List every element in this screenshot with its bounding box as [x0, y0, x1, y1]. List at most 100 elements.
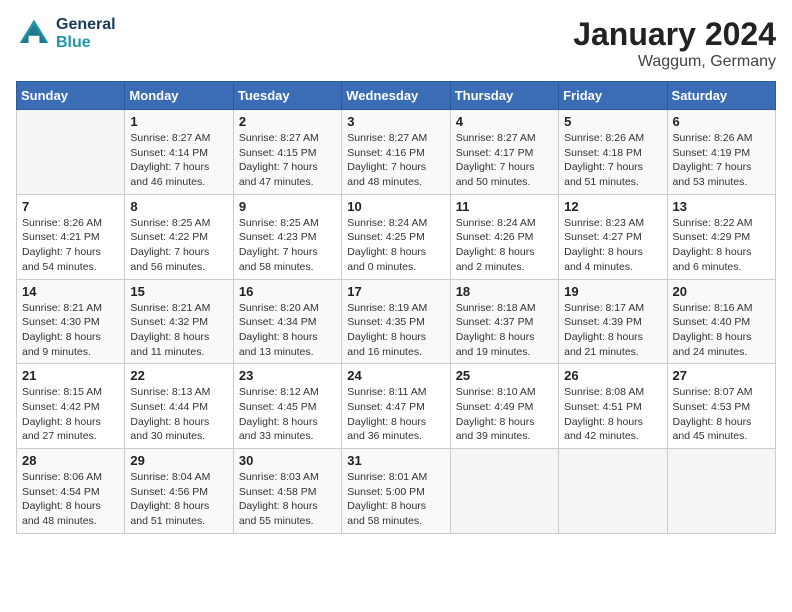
day-info: Sunrise: 8:10 AM Sunset: 4:49 PM Dayligh…: [456, 385, 553, 444]
day-number: 22: [130, 368, 227, 383]
weekday-header: Tuesday: [233, 82, 341, 110]
weekday-header: Saturday: [667, 82, 775, 110]
calendar-cell: 23 Sunrise: 8:12 AM Sunset: 4:45 PM Dayli…: [233, 364, 341, 449]
calendar-week-row: 1 Sunrise: 8:27 AM Sunset: 4:14 PM Daylig…: [17, 110, 776, 195]
calendar-cell: 6 Sunrise: 8:26 AM Sunset: 4:19 PM Daylig…: [667, 110, 775, 195]
day-number: 27: [673, 368, 770, 383]
day-info: Sunrise: 8:26 AM Sunset: 4:21 PM Dayligh…: [22, 216, 119, 275]
day-info: Sunrise: 8:12 AM Sunset: 4:45 PM Dayligh…: [239, 385, 336, 444]
weekday-header: Friday: [559, 82, 667, 110]
day-info: Sunrise: 8:27 AM Sunset: 4:15 PM Dayligh…: [239, 131, 336, 190]
weekday-header: Thursday: [450, 82, 558, 110]
calendar-cell: [450, 449, 558, 534]
calendar-cell: 25 Sunrise: 8:10 AM Sunset: 4:49 PM Dayli…: [450, 364, 558, 449]
weekday-header: Sunday: [17, 82, 125, 110]
calendar-cell: 28Sunrise: 8:06 AM Sunset: 4:54 PM Dayli…: [17, 449, 125, 534]
day-info: Sunrise: 8:03 AM Sunset: 4:58 PM Dayligh…: [239, 470, 336, 529]
calendar-cell: 29 Sunrise: 8:04 AM Sunset: 4:56 PM Dayli…: [125, 449, 233, 534]
day-info: Sunrise: 8:27 AM Sunset: 4:14 PM Dayligh…: [130, 131, 227, 190]
calendar-cell: 3 Sunrise: 8:27 AM Sunset: 4:16 PM Daylig…: [342, 110, 450, 195]
day-info: Sunrise: 8:25 AM Sunset: 4:23 PM Dayligh…: [239, 216, 336, 275]
day-info: Sunrise: 8:13 AM Sunset: 4:44 PM Dayligh…: [130, 385, 227, 444]
day-info: Sunrise: 8:25 AM Sunset: 4:22 PM Dayligh…: [130, 216, 227, 275]
logo-icon: [16, 16, 52, 52]
day-info: Sunrise: 8:27 AM Sunset: 4:16 PM Dayligh…: [347, 131, 444, 190]
day-info: Sunrise: 8:16 AM Sunset: 4:40 PM Dayligh…: [673, 301, 770, 360]
title-block: January 2024 Waggum, Germany: [573, 16, 776, 71]
calendar-title: January 2024: [573, 16, 776, 53]
day-number: 14: [22, 284, 119, 299]
day-number: 11: [456, 199, 553, 214]
logo: General Blue: [16, 16, 116, 52]
day-info: Sunrise: 8:17 AM Sunset: 4:39 PM Dayligh…: [564, 301, 661, 360]
day-number: 24: [347, 368, 444, 383]
day-number: 25: [456, 368, 553, 383]
calendar-cell: [667, 449, 775, 534]
calendar-cell: 21Sunrise: 8:15 AM Sunset: 4:42 PM Dayli…: [17, 364, 125, 449]
day-info: Sunrise: 8:21 AM Sunset: 4:32 PM Dayligh…: [130, 301, 227, 360]
day-number: 2: [239, 114, 336, 129]
calendar-cell: 4 Sunrise: 8:27 AM Sunset: 4:17 PM Daylig…: [450, 110, 558, 195]
calendar-week-row: 7 Sunrise: 8:26 AM Sunset: 4:21 PM Daylig…: [17, 194, 776, 279]
day-info: Sunrise: 8:24 AM Sunset: 4:25 PM Dayligh…: [347, 216, 444, 275]
calendar-cell: 11Sunrise: 8:24 AM Sunset: 4:26 PM Dayli…: [450, 194, 558, 279]
calendar-cell: 8 Sunrise: 8:25 AM Sunset: 4:22 PM Daylig…: [125, 194, 233, 279]
logo-text: General Blue: [56, 16, 116, 52]
day-number: 5: [564, 114, 661, 129]
day-number: 3: [347, 114, 444, 129]
calendar-week-row: 21Sunrise: 8:15 AM Sunset: 4:42 PM Dayli…: [17, 364, 776, 449]
day-number: 20: [673, 284, 770, 299]
day-info: Sunrise: 8:01 AM Sunset: 5:00 PM Dayligh…: [347, 470, 444, 529]
weekday-header: Monday: [125, 82, 233, 110]
day-number: 10: [347, 199, 444, 214]
day-number: 31: [347, 453, 444, 468]
day-info: Sunrise: 8:04 AM Sunset: 4:56 PM Dayligh…: [130, 470, 227, 529]
day-number: 30: [239, 453, 336, 468]
day-number: 18: [456, 284, 553, 299]
day-number: 7: [22, 199, 119, 214]
day-number: 8: [130, 199, 227, 214]
day-number: 1: [130, 114, 227, 129]
day-number: 28: [22, 453, 119, 468]
day-number: 19: [564, 284, 661, 299]
day-number: 15: [130, 284, 227, 299]
calendar-header: SundayMondayTuesdayWednesdayThursdayFrid…: [17, 82, 776, 110]
calendar-cell: [559, 449, 667, 534]
day-number: 23: [239, 368, 336, 383]
day-number: 12: [564, 199, 661, 214]
day-number: 6: [673, 114, 770, 129]
day-number: 9: [239, 199, 336, 214]
calendar-week-row: 14 Sunrise: 8:21 AM Sunset: 4:30 PM Dayli…: [17, 279, 776, 364]
calendar-cell: 5Sunrise: 8:26 AM Sunset: 4:18 PM Daylig…: [559, 110, 667, 195]
day-number: 29: [130, 453, 227, 468]
calendar-cell: 31 Sunrise: 8:01 AM Sunset: 5:00 PM Dayli…: [342, 449, 450, 534]
calendar-cell: 9 Sunrise: 8:25 AM Sunset: 4:23 PM Daylig…: [233, 194, 341, 279]
calendar-cell: 16Sunrise: 8:20 AM Sunset: 4:34 PM Dayli…: [233, 279, 341, 364]
calendar-cell: 22 Sunrise: 8:13 AM Sunset: 4:44 PM Dayli…: [125, 364, 233, 449]
calendar-cell: 26Sunrise: 8:08 AM Sunset: 4:51 PM Dayli…: [559, 364, 667, 449]
day-info: Sunrise: 8:11 AM Sunset: 4:47 PM Dayligh…: [347, 385, 444, 444]
calendar-cell: 24 Sunrise: 8:11 AM Sunset: 4:47 PM Dayli…: [342, 364, 450, 449]
day-info: Sunrise: 8:18 AM Sunset: 4:37 PM Dayligh…: [456, 301, 553, 360]
calendar-location: Waggum, Germany: [573, 53, 776, 71]
calendar-cell: 13Sunrise: 8:22 AM Sunset: 4:29 PM Dayli…: [667, 194, 775, 279]
page-header: General Blue January 2024 Waggum, German…: [16, 16, 776, 71]
calendar-cell: 19 Sunrise: 8:17 AM Sunset: 4:39 PM Dayli…: [559, 279, 667, 364]
day-number: 4: [456, 114, 553, 129]
calendar-cell: 27 Sunrise: 8:07 AM Sunset: 4:53 PM Dayli…: [667, 364, 775, 449]
calendar-table: SundayMondayTuesdayWednesdayThursdayFrid…: [16, 81, 776, 534]
calendar-cell: 1 Sunrise: 8:27 AM Sunset: 4:14 PM Daylig…: [125, 110, 233, 195]
calendar-cell: 7 Sunrise: 8:26 AM Sunset: 4:21 PM Daylig…: [17, 194, 125, 279]
calendar-cell: 30 Sunrise: 8:03 AM Sunset: 4:58 PM Dayli…: [233, 449, 341, 534]
day-info: Sunrise: 8:27 AM Sunset: 4:17 PM Dayligh…: [456, 131, 553, 190]
day-info: Sunrise: 8:20 AM Sunset: 4:34 PM Dayligh…: [239, 301, 336, 360]
day-info: Sunrise: 8:07 AM Sunset: 4:53 PM Dayligh…: [673, 385, 770, 444]
day-info: Sunrise: 8:26 AM Sunset: 4:19 PM Dayligh…: [673, 131, 770, 190]
weekday-header: Wednesday: [342, 82, 450, 110]
day-info: Sunrise: 8:21 AM Sunset: 4:30 PM Dayligh…: [22, 301, 119, 360]
day-info: Sunrise: 8:08 AM Sunset: 4:51 PM Dayligh…: [564, 385, 661, 444]
calendar-cell: 12Sunrise: 8:23 AM Sunset: 4:27 PM Dayli…: [559, 194, 667, 279]
day-info: Sunrise: 8:15 AM Sunset: 4:42 PM Dayligh…: [22, 385, 119, 444]
day-info: Sunrise: 8:22 AM Sunset: 4:29 PM Dayligh…: [673, 216, 770, 275]
calendar-cell: [17, 110, 125, 195]
